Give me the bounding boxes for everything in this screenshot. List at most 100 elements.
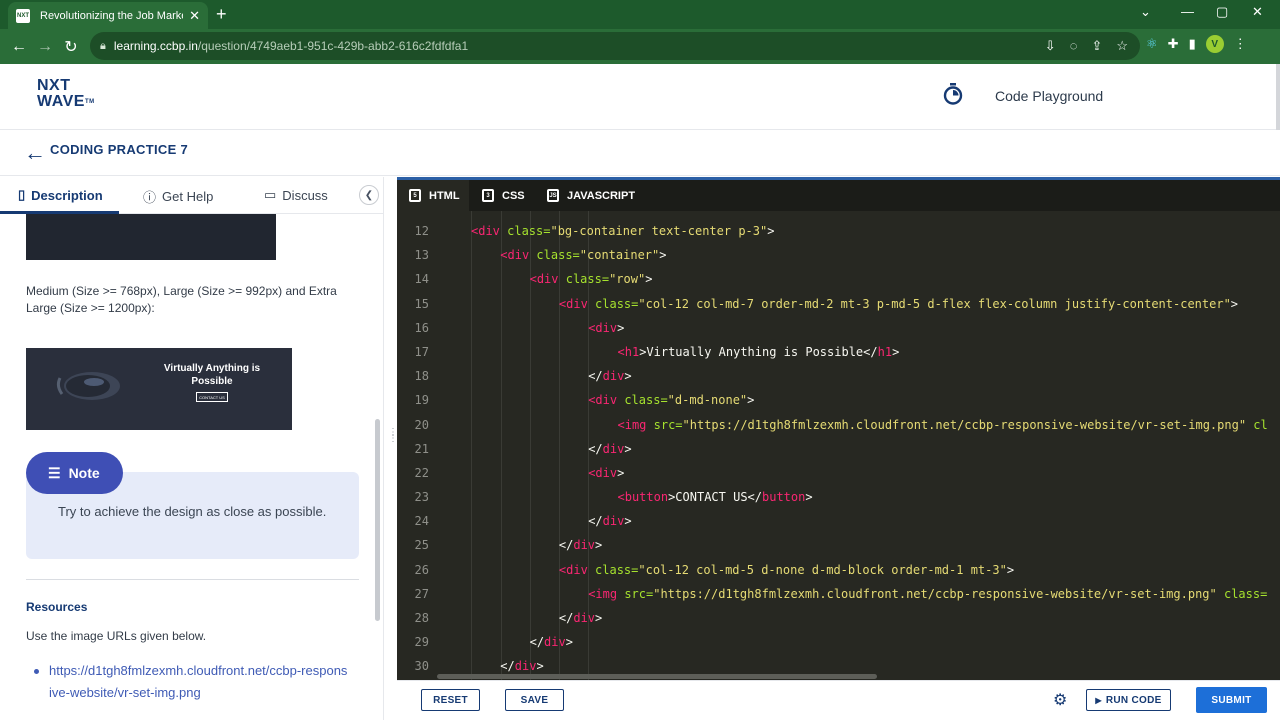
resource-image-link[interactable]: https://d1tgh8fmlzexmh.cloudfront.net/cc…	[49, 660, 349, 704]
forward-icon[interactable]: →	[32, 38, 58, 56]
code-token: div	[602, 369, 625, 384]
code-token: </	[500, 659, 515, 674]
react-devtools-icon[interactable]: ⚛	[1146, 36, 1158, 52]
code-lines[interactable]: 12 <div class="bg-container text-center p…	[397, 219, 1280, 679]
browser-menu-icon[interactable]: ⋮	[1234, 36, 1247, 52]
code-line[interactable]: 27 <img src="https://d1tgh8fmlzexmh.cloud…	[397, 582, 1280, 606]
code-line[interactable]: 25 </div>	[397, 533, 1280, 557]
code-token: "d-md-none"	[667, 393, 748, 408]
line-number: 20	[414, 417, 429, 432]
code-token: class=	[587, 296, 639, 311]
install-app-icon[interactable]: ⇩	[1045, 38, 1056, 54]
share-icon[interactable]: ⇪	[1091, 38, 1102, 54]
side-panel-icon[interactable]: ▮	[1189, 36, 1196, 52]
panel-resize-handle[interactable]: ⋮ ⋮	[388, 428, 398, 460]
code-text: </div>	[588, 437, 631, 461]
description-scrollbar[interactable]	[375, 419, 380, 621]
line-number: 17	[414, 344, 429, 359]
code-token: >	[624, 514, 632, 529]
tab-css[interactable]: 3 CSS	[482, 189, 525, 202]
line-number: 28	[414, 611, 429, 625]
page-scrollbar[interactable]	[1276, 64, 1280, 130]
bookmark-star-icon[interactable]: ☆	[1116, 38, 1128, 54]
back-icon[interactable]: ←	[6, 38, 32, 56]
url-input[interactable]: 🔒︎ learning.ccbp.in/question/4749aeb1-95…	[90, 32, 1140, 60]
line-number: 15	[414, 296, 429, 311]
code-text: <div class="col-12 col-md-7 order-md-2 m…	[559, 292, 1238, 316]
code-text: </div>	[559, 533, 602, 557]
code-text: </div>	[588, 509, 631, 533]
code-text: </div>	[559, 606, 602, 630]
line-number: 23	[414, 490, 429, 505]
tab-search-chevron-icon[interactable]: ⌄	[1140, 4, 1151, 20]
code-line[interactable]: 26 <div class="col-12 col-md-5 d-none d-m…	[397, 558, 1280, 582]
tab-description[interactable]: ▯ Description	[18, 187, 103, 203]
run-code-button[interactable]: ▶ RUN CODE	[1086, 689, 1171, 711]
code-editor[interactable]: 5 HTML 3 CSS JS JAVASCRIPT 12 <div class=…	[397, 177, 1280, 680]
new-tab-icon[interactable]: +	[216, 4, 227, 25]
tab-css-label: CSS	[502, 189, 525, 202]
code-line[interactable]: 19 <div class="d-md-none">	[397, 388, 1280, 412]
submit-button[interactable]: SUBMIT	[1196, 687, 1267, 713]
line-number: 24	[414, 514, 429, 529]
code-line[interactable]: 14 <div class="row">	[397, 267, 1280, 291]
code-token: "bg-container text-center p-3"	[550, 224, 768, 238]
extensions-puzzle-icon[interactable]: ✚	[1168, 36, 1179, 52]
code-line[interactable]: 28 </div>	[397, 606, 1280, 630]
code-line[interactable]: 16 <div>	[397, 316, 1280, 340]
code-line[interactable]: 22 <div>	[397, 461, 1280, 485]
code-token: <img	[617, 417, 647, 432]
lock-icon[interactable]: 🔒︎	[100, 40, 106, 53]
reload-icon[interactable]: ↻	[58, 37, 84, 57]
tab-javascript[interactable]: JS JAVASCRIPT	[547, 189, 635, 202]
code-token: <div	[500, 248, 530, 263]
gear-icon[interactable]: ⚙	[1053, 690, 1067, 710]
window-close-icon[interactable]: ✕	[1252, 4, 1263, 20]
collapse-panel-button[interactable]: ❮	[359, 185, 379, 205]
back-arrow-icon[interactable]: ←	[24, 140, 46, 166]
css3-icon: 3	[482, 189, 494, 202]
minimize-icon[interactable]: —	[1181, 4, 1194, 19]
code-line[interactable]: 29 </div>	[397, 630, 1280, 654]
nxtwave-logo[interactable]: NXT WAVETM	[37, 78, 95, 110]
url-host: learning.ccbp.in	[113, 39, 198, 53]
code-token: >	[645, 272, 653, 287]
code-token: class=	[1216, 586, 1268, 601]
note-badge: ☰ Note	[26, 452, 123, 494]
profile-avatar[interactable]: V	[1205, 35, 1224, 53]
code-token: <img	[588, 586, 618, 601]
code-line[interactable]: 13 <div class="container">	[397, 243, 1280, 267]
code-line[interactable]: 15 <div class="col-12 col-md-7 order-md-2…	[397, 292, 1280, 316]
code-playground-link[interactable]: Code Playground	[995, 88, 1103, 104]
browser-tab-strip: NXT Revolutionizing the Job Market | ✕ +…	[0, 0, 1280, 29]
code-token: </	[588, 514, 603, 529]
code-token: "col-12 col-md-7 order-md-2 mt-3 p-md-5 …	[638, 296, 1231, 311]
line-number: 13	[414, 248, 429, 263]
reset-button[interactable]: RESET	[421, 689, 480, 711]
tab-discuss[interactable]: ▭ Discuss	[264, 187, 328, 203]
line-number: 19	[414, 393, 429, 408]
code-line[interactable]: 18 </div>	[397, 364, 1280, 388]
address-bar-row: ← → ↻ 🔒︎ learning.ccbp.in/question/4749a…	[0, 29, 1280, 64]
code-line[interactable]: 23 <button>CONTACT US</button>	[397, 485, 1280, 509]
code-token: class=	[558, 272, 610, 287]
maximize-icon[interactable]: ▢	[1216, 4, 1228, 20]
code-token: div	[602, 514, 625, 529]
code-line[interactable]: 20 <img src="https://d1tgh8fmlzexmh.cloud…	[397, 413, 1280, 437]
editor-horizontal-scrollbar[interactable]	[437, 674, 877, 679]
code-line[interactable]: 24 </div>	[397, 509, 1280, 533]
eye-off-icon[interactable]: ◌	[1070, 38, 1078, 54]
tab-get-help[interactable]: ⓘ Get Help	[143, 187, 213, 206]
save-button[interactable]: SAVE	[505, 689, 564, 711]
browser-tab[interactable]: NXT Revolutionizing the Job Market | ✕	[8, 2, 208, 29]
tab-close-icon[interactable]: ✕	[189, 8, 200, 24]
code-token: >	[624, 441, 632, 456]
code-line[interactable]: 12 <div class="bg-container text-center p…	[397, 219, 1280, 243]
tab-html[interactable]: 5 HTML	[409, 189, 460, 202]
line-number: 25	[414, 538, 429, 553]
code-line[interactable]: 17 <h1>Virtually Anything is Possible</h1…	[397, 340, 1280, 364]
line-number: 30	[414, 659, 429, 674]
logo-line-2: WAVE	[37, 93, 85, 110]
practice-title: CODING PRACTICE 7	[50, 142, 189, 157]
code-line[interactable]: 21 </div>	[397, 437, 1280, 461]
